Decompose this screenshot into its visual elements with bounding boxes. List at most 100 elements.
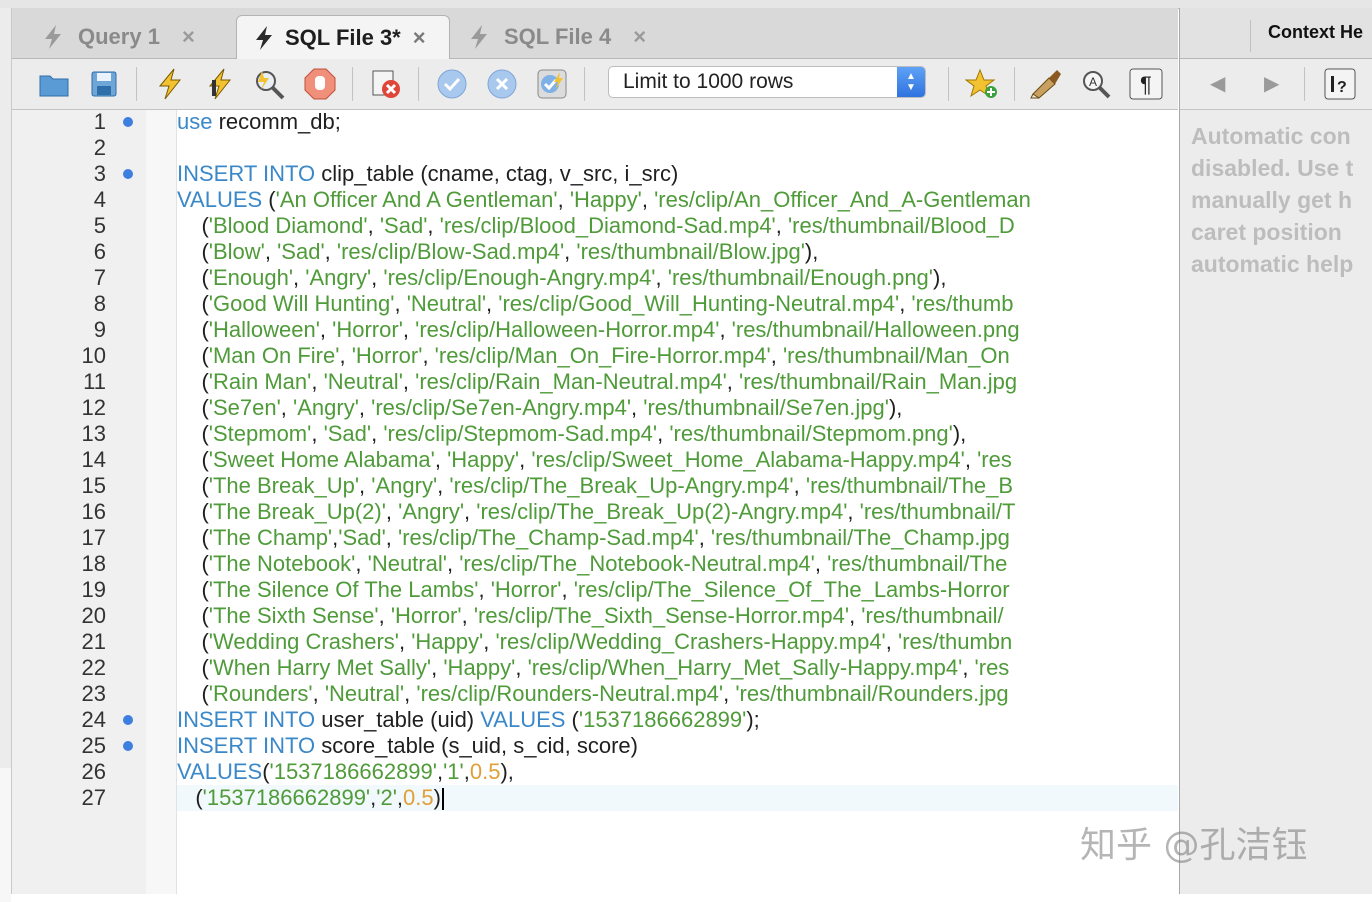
sql-string: 'res/clip/Wedding_Crashers-Happy.mp4' <box>495 629 886 654</box>
sql-number: 0.5 <box>403 785 434 810</box>
line-number: 15 <box>81 473 106 498</box>
code-line[interactable]: ('Halloween', 'Horror', 'res/clip/Hallow… <box>177 317 1019 343</box>
invisible-chars-icon: ¶ <box>1129 68 1163 100</box>
line-number: 7 <box>93 265 106 290</box>
code-line[interactable]: VALUES('1537186662899','1',0.5), <box>177 759 514 785</box>
tab-sql-file-3[interactable]: SQL File 3* × <box>236 15 450 59</box>
line-number: 6 <box>93 239 106 264</box>
stop-button[interactable] <box>302 66 338 102</box>
sql-text: , <box>355 551 368 576</box>
sql-string: 'res/clip/Good_Will_Hunting-Neutral.mp4' <box>498 291 900 316</box>
sql-editor[interactable]: use recomm_db; INSERT INTO clip_table (cn… <box>177 110 1178 894</box>
open-folder-button[interactable] <box>36 66 72 102</box>
sql-toolbar: Limit to 1000 rows ▲ ▼ A ¶ <box>12 59 1178 110</box>
code-line[interactable]: ('The Champ','Sad', 'res/clip/The_Champ-… <box>177 525 1009 551</box>
line-number: 10 <box>81 343 106 368</box>
code-line[interactable]: ('Rain Man', 'Neutral', 'res/clip/Rain_M… <box>177 369 1017 395</box>
code-line[interactable]: ('When Harry Met Sally', 'Happy', 'res/c… <box>177 655 1009 681</box>
sql-text: ( <box>201 499 209 524</box>
sql-text: clip_table (cname, ctag, v_src, i_src) <box>315 161 679 186</box>
line-number: 20 <box>81 603 106 628</box>
code-line[interactable]: ('Wedding Crashers', 'Happy', 'res/clip/… <box>177 629 1012 655</box>
toolbar-separator <box>584 67 585 101</box>
close-tab-icon[interactable]: × <box>413 25 426 51</box>
sql-text: ), <box>952 421 967 446</box>
limit-rows-select[interactable]: Limit to 1000 rows ▲ ▼ <box>608 66 926 98</box>
sql-text: ( <box>201 395 209 420</box>
sql-string: 'Happy' <box>569 187 642 212</box>
code-line[interactable]: use recomm_db; <box>177 110 341 135</box>
code-line[interactable]: ('Enough', 'Angry', 'res/clip/Enough-Ang… <box>177 265 946 291</box>
code-line[interactable]: ('Se7en', 'Angry', 'res/clip/Se7en-Angry… <box>177 395 902 421</box>
code-line[interactable]: INSERT INTO user_table (uid) VALUES ('15… <box>177 707 760 733</box>
line-number: 23 <box>81 681 106 706</box>
sql-string: 'res/clip/An_Officer_And_A-Gentleman <box>654 187 1031 212</box>
close-tab-icon[interactable]: × <box>633 24 646 50</box>
sql-string: 'Rain Man' <box>208 369 312 394</box>
sql-text: ( <box>201 317 209 342</box>
autocommit-button[interactable] <box>534 66 570 102</box>
manual-help-icon[interactable]: ? <box>1324 68 1356 100</box>
code-line[interactable]: ('Blow', 'Sad', 'res/clip/Blow-Sad.mp4',… <box>177 239 818 265</box>
sql-text: recomm_db; <box>212 110 341 134</box>
execute-current-button[interactable] <box>202 66 238 102</box>
code-line[interactable]: ('The Notebook', 'Neutral', 'res/clip/Th… <box>177 551 1007 577</box>
sql-string: 'Stepmom' <box>208 421 312 446</box>
beautify-button[interactable] <box>1028 66 1064 102</box>
sql-string: 'Neutral' <box>324 681 405 706</box>
add-snippet-button[interactable] <box>964 66 1000 102</box>
code-line[interactable]: ('The Silence Of The Lambs', 'Horror', '… <box>177 577 1009 603</box>
code-line[interactable]: ('Rounders', 'Neutral', 'res/clip/Rounde… <box>177 681 1008 707</box>
code-line[interactable]: ('Stepmom', 'Sad', 'res/clip/Stepmom-Sad… <box>177 421 966 447</box>
statement-marker-icon <box>123 117 133 127</box>
sql-text: ( <box>201 369 209 394</box>
sql-keyword: INSERT INTO <box>177 161 316 186</box>
code-line[interactable]: ('1537186662899','2',0.5) <box>177 785 1178 811</box>
save-button[interactable] <box>86 66 122 102</box>
sql-text: , <box>719 317 732 342</box>
code-line[interactable]: INSERT INTO clip_table (cname, ctag, v_s… <box>177 161 678 187</box>
sql-text: , <box>847 499 860 524</box>
line-number: 11 <box>83 369 106 394</box>
find-button[interactable]: A <box>1078 66 1114 102</box>
sql-string: 'res/clip/The_Sixth_Sense-Horror.mp4' <box>473 603 850 628</box>
code-line[interactable]: ('Sweet Home Alabama', 'Happy', 'res/cli… <box>177 447 1012 473</box>
invisible-chars-button[interactable]: ¶ <box>1128 66 1164 102</box>
code-line[interactable]: ('Blood Diamond', 'Sad', 'res/clip/Blood… <box>177 213 1014 239</box>
stop-on-error-button[interactable] <box>368 66 404 102</box>
back-arrow-icon[interactable]: ◀ <box>1210 71 1225 96</box>
sql-string: '2' <box>376 785 397 810</box>
code-line[interactable]: VALUES ('An Officer And A Gentleman', 'H… <box>177 187 1031 213</box>
tab-query-1[interactable]: Query 1 × <box>42 16 195 58</box>
rollback-button[interactable] <box>484 66 520 102</box>
code-line[interactable]: ('Man On Fire', 'Horror', 'res/clip/Man_… <box>177 343 1009 369</box>
sql-text: , <box>519 447 532 472</box>
code-line[interactable]: INSERT INTO score_table (s_uid, s_cid, s… <box>177 733 638 759</box>
sql-string: 'Rounders' <box>208 681 313 706</box>
code-line[interactable]: ('The Break_Up(2)', 'Angry', 'res/clip/T… <box>177 499 1015 525</box>
sql-text: , <box>723 681 736 706</box>
execute-button[interactable] <box>152 66 188 102</box>
sql-text: , <box>631 395 644 420</box>
commit-button[interactable] <box>434 66 470 102</box>
tab-sql-file-4[interactable]: SQL File 4 × <box>468 16 646 58</box>
code-line[interactable]: ('The Sixth Sense', 'Horror', 'res/clip/… <box>177 603 1003 629</box>
context-help-tab[interactable]: Context He <box>1180 8 1372 59</box>
lightning-icon <box>471 25 487 49</box>
chevron-updown-icon: ▲ ▼ <box>897 67 925 97</box>
forward-arrow-icon[interactable]: ▶ <box>1264 71 1279 96</box>
close-tab-icon[interactable]: × <box>182 24 195 50</box>
toolbar-separator <box>948 67 949 101</box>
sql-text: , <box>422 343 435 368</box>
left-edge-highlight <box>0 768 11 902</box>
code-line[interactable]: ('The Break_Up', 'Angry', 'res/clip/The_… <box>177 473 1013 499</box>
explain-button[interactable] <box>252 66 288 102</box>
sql-string: 'res <box>977 447 1012 472</box>
sql-text: , <box>398 629 412 654</box>
code-line[interactable]: ('Good Will Hunting', 'Neutral', 'res/cl… <box>177 291 1013 317</box>
line-number: 1 <box>93 109 106 134</box>
sql-string: 'res/clip/Se7en-Angry.mp4' <box>371 395 632 420</box>
